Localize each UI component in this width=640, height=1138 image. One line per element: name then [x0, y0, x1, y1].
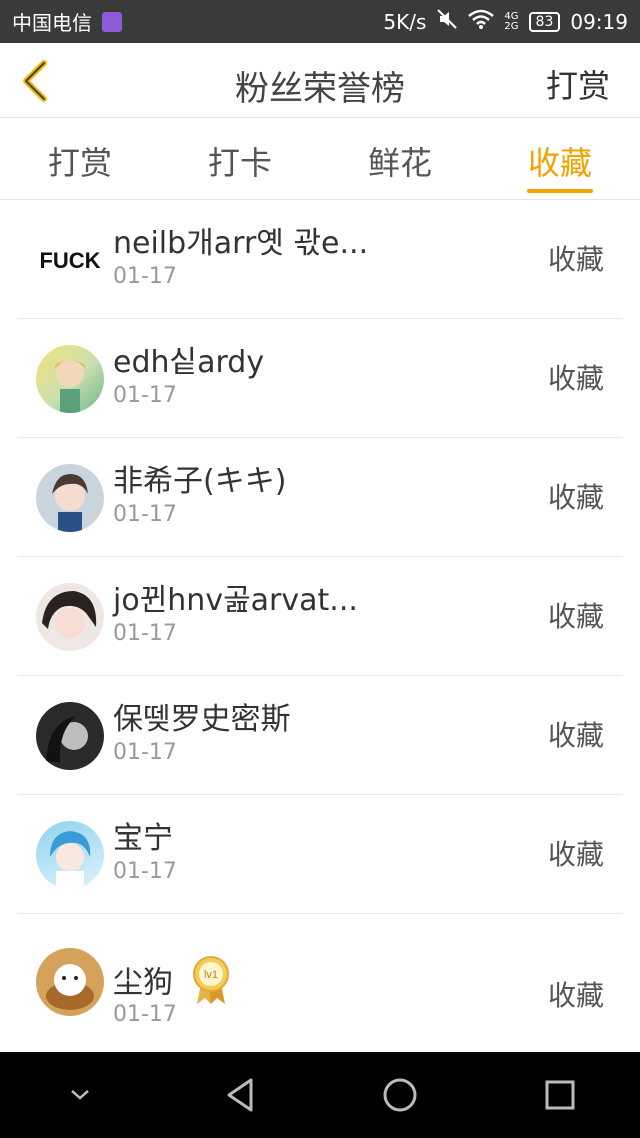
- app-notification-icon: [102, 11, 122, 32]
- favorite-label: 收藏: [547, 243, 604, 276]
- clock: 09:19: [570, 9, 628, 34]
- recents-nav-button[interactable]: [530, 1065, 590, 1125]
- user-name: 非希子(キキ): [113, 464, 287, 499]
- app-header: 粉丝荣誉榜 打赏: [0, 43, 640, 118]
- avatar: [36, 464, 104, 532]
- network-speed: 5K/s: [383, 9, 427, 34]
- date: 01-17: [113, 502, 177, 527]
- user-name: 保뗒罗史密斯: [113, 702, 291, 737]
- user-name: jo뀐hnv곮arvat...: [113, 583, 358, 618]
- list-item[interactable]: FUCK neilb개arr옛 곿e... 01-17 收藏: [18, 200, 622, 319]
- fan-list: FUCK neilb개arr옛 곿e... 01-17 收藏 edh싵ardy …: [18, 200, 622, 1049]
- circle-home-icon: [383, 1078, 417, 1112]
- mute-icon: [436, 8, 458, 35]
- tab-bar: 打赏 打卡 鲜花 收藏: [0, 118, 640, 200]
- user-name: edh싵ardy: [113, 345, 265, 380]
- list-item[interactable]: 保뗒罗史密斯 01-17 收藏: [18, 676, 622, 795]
- page-title: 粉丝荣誉榜: [235, 69, 405, 109]
- list-item[interactable]: 非希子(キキ) 01-17 收藏: [18, 438, 622, 557]
- level-badge-icon: lv1: [191, 954, 231, 1014]
- date: 01-17: [113, 1002, 177, 1027]
- carrier-label: 中国电信: [12, 11, 92, 35]
- favorite-label: 收藏: [547, 838, 604, 871]
- list-item[interactable]: 尘狗 lv1 01-17 收藏: [18, 914, 622, 1049]
- active-tab-indicator: [527, 189, 593, 193]
- favorite-label: 收藏: [547, 719, 604, 752]
- avatar: [36, 702, 104, 770]
- user-name: 宝宁: [113, 821, 173, 856]
- system-nav-bar: [0, 1052, 640, 1138]
- back-nav-button[interactable]: [210, 1065, 270, 1125]
- svg-text:lv1: lv1: [204, 969, 218, 981]
- user-name: neilb개arr옛 곿e...: [113, 226, 369, 261]
- cellular-icon: 4G 2G: [504, 10, 519, 32]
- triangle-back-icon: [227, 1078, 253, 1112]
- hide-nav-button[interactable]: [50, 1065, 110, 1125]
- square-recents-icon: [545, 1080, 575, 1110]
- avatar: [36, 345, 104, 413]
- svg-text:FUCK: FUCK: [39, 248, 100, 273]
- list-item[interactable]: edh싵ardy 01-17 收藏: [18, 319, 622, 438]
- list-item[interactable]: 宝宁 01-17 收藏: [18, 795, 622, 914]
- list-item[interactable]: jo뀐hnv곮arvat... 01-17 收藏: [18, 557, 622, 676]
- date: 01-17: [113, 621, 177, 646]
- chevron-down-icon: [71, 1090, 89, 1100]
- date: 01-17: [113, 740, 177, 765]
- date: 01-17: [113, 859, 177, 884]
- date: 01-17: [113, 264, 177, 289]
- avatar: [36, 821, 104, 889]
- reward-button[interactable]: 打赏: [546, 61, 610, 107]
- favorite-label: 收藏: [547, 600, 604, 633]
- battery-icon: 83: [528, 11, 561, 32]
- date: 01-17: [113, 383, 177, 408]
- favorite-label: 收藏: [547, 979, 604, 1012]
- favorite-label: 收藏: [547, 481, 604, 514]
- favorite-label: 收藏: [547, 362, 604, 395]
- wifi-icon: [468, 9, 495, 34]
- home-nav-button[interactable]: [370, 1065, 430, 1125]
- tab-checkin[interactable]: 打卡: [160, 118, 320, 199]
- avatar: [36, 948, 104, 1016]
- avatar: FUCK: [36, 226, 104, 294]
- avatar: [36, 583, 104, 651]
- tab-flowers[interactable]: 鲜花: [320, 118, 480, 199]
- tab-favorites[interactable]: 收藏: [480, 118, 640, 199]
- tab-reward[interactable]: 打赏: [0, 118, 160, 199]
- status-bar: 中国电信 5K/s 4G 2G 83 09:19: [0, 0, 640, 43]
